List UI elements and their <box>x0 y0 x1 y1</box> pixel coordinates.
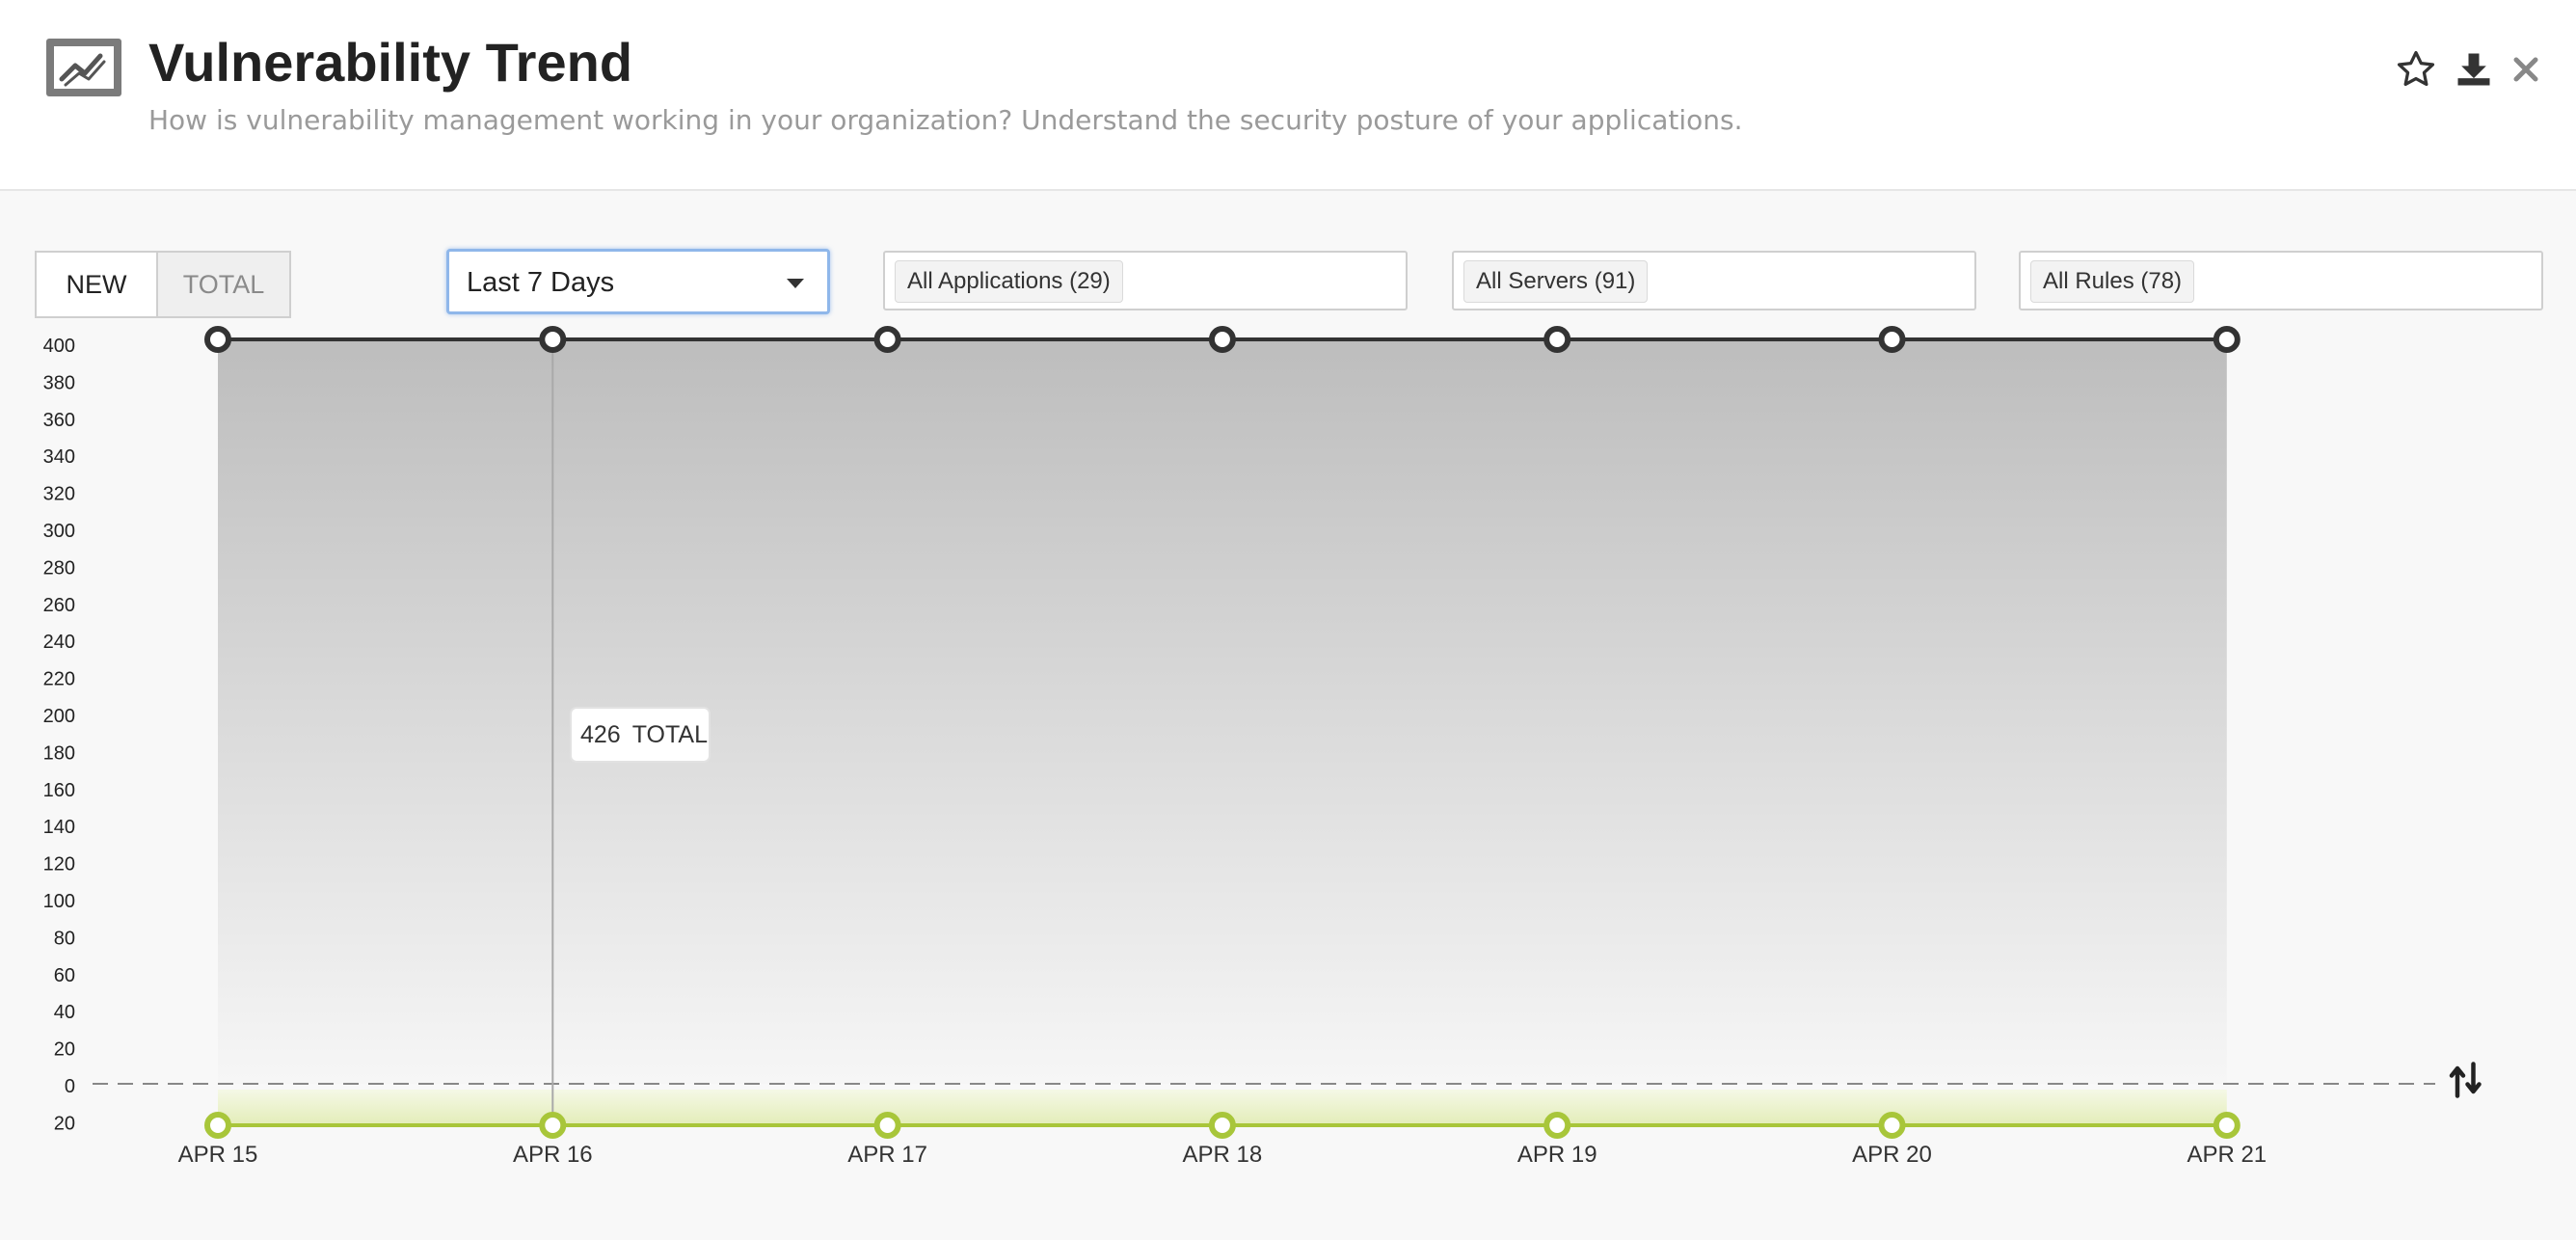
y-tick-label: 180 <box>43 742 75 764</box>
new-data-point[interactable] <box>1543 1112 1571 1139</box>
y-tick-label: 100 <box>43 891 75 912</box>
y-tick-label: 20 <box>54 1039 75 1061</box>
x-tick-label: APR 16 <box>513 1142 593 1168</box>
total-data-point[interactable] <box>2213 326 2241 353</box>
y-tick-label: 80 <box>54 928 75 949</box>
y-tick-label: 360 <box>43 410 75 431</box>
total-data-point[interactable] <box>539 326 567 353</box>
total-data-point[interactable] <box>1878 326 1906 353</box>
new-data-point[interactable] <box>873 1112 901 1139</box>
y-tick-label: 400 <box>43 336 75 357</box>
x-tick-label: APR 15 <box>178 1142 258 1168</box>
y-tick-label: 320 <box>43 484 75 505</box>
y-tick-label: 20 <box>54 1113 75 1134</box>
y-tick-label: 260 <box>43 595 75 616</box>
tooltip-value: 426 <box>580 721 621 748</box>
y-tick-label: 280 <box>43 557 75 579</box>
y-tick-label: 200 <box>43 706 75 727</box>
x-tick-label: APR 19 <box>1517 1142 1597 1168</box>
tooltip-label: TOTAL <box>632 721 708 748</box>
y-tick-label: 60 <box>54 965 75 986</box>
new-data-point[interactable] <box>2213 1112 2241 1139</box>
trend-chart: 4003803603403203002802602402202001801601… <box>43 326 2435 1168</box>
chart-tooltip: 426 TOTAL <box>570 707 711 763</box>
y-tick-label: 220 <box>43 669 75 690</box>
y-tick-label: 40 <box>54 1002 75 1023</box>
x-tick-label: APR 18 <box>1183 1142 1263 1168</box>
y-tick-label: 240 <box>43 632 75 653</box>
total-data-point[interactable] <box>204 326 231 353</box>
svg-text:426TOTAL: 426 TOTAL <box>580 721 708 748</box>
y-tick-label: 120 <box>43 854 75 876</box>
new-data-point[interactable] <box>1208 1112 1236 1139</box>
y-tick-label: 340 <box>43 446 75 468</box>
total-series-area <box>218 339 2227 1084</box>
y-tick-label: 140 <box>43 817 75 838</box>
total-data-point[interactable] <box>1208 326 1236 353</box>
total-data-point[interactable] <box>873 326 901 353</box>
new-data-point[interactable] <box>1878 1112 1906 1139</box>
x-tick-label: APR 20 <box>1852 1142 1932 1168</box>
x-tick-label: APR 21 <box>2187 1142 2267 1168</box>
y-tick-label: 380 <box>43 372 75 393</box>
y-tick-label: 160 <box>43 780 75 801</box>
total-data-point[interactable] <box>1543 326 1571 353</box>
swap-sort-icon[interactable] <box>2449 1061 2483 1099</box>
y-tick-label: 300 <box>43 521 75 542</box>
new-data-point[interactable] <box>204 1112 231 1139</box>
x-tick-label: APR 17 <box>847 1142 927 1168</box>
new-data-point[interactable] <box>539 1112 567 1139</box>
y-tick-label: 0 <box>65 1076 75 1097</box>
